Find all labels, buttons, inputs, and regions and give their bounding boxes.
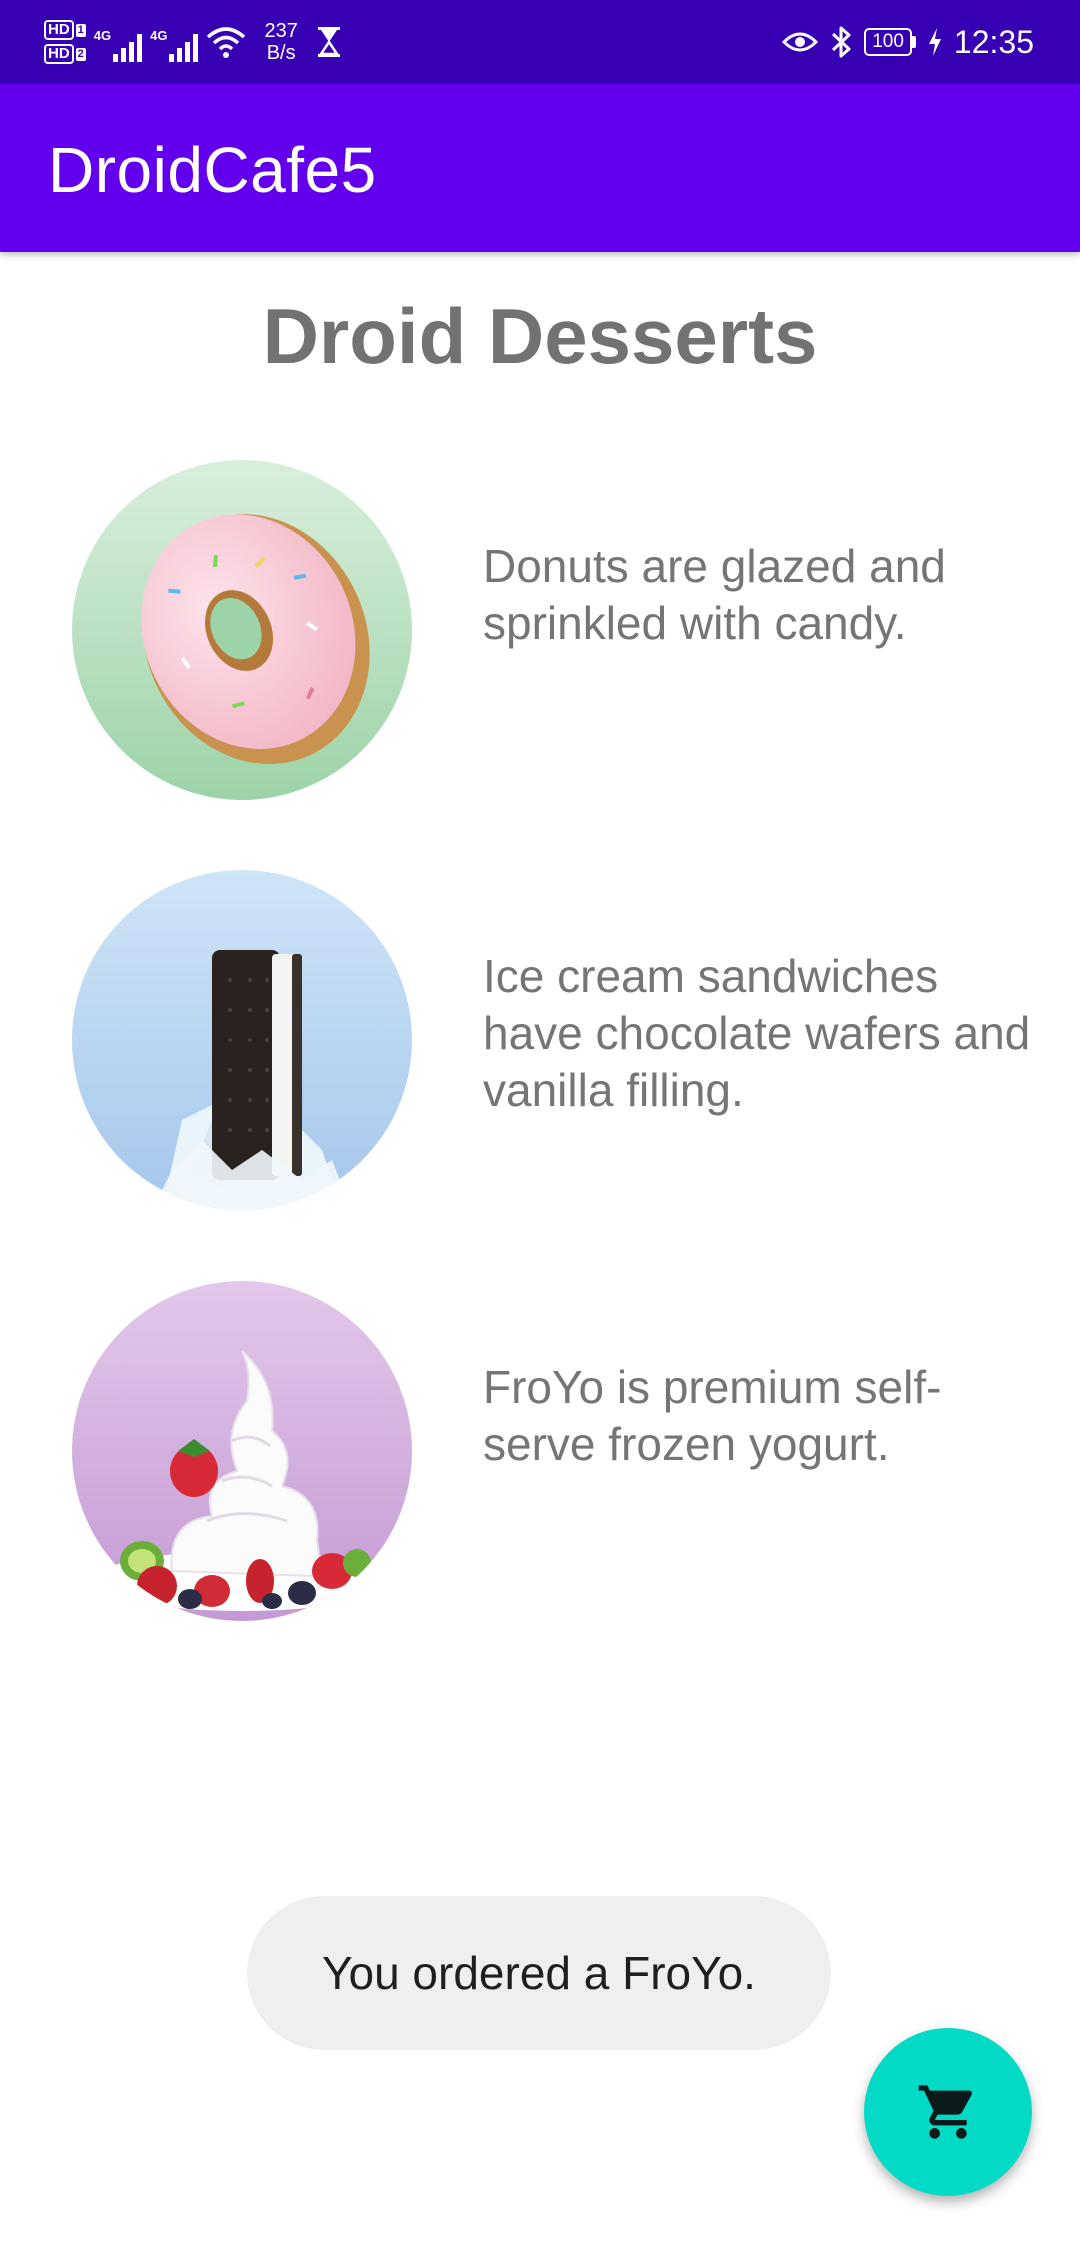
- hourglass-icon: [317, 27, 340, 57]
- shopping-cart-icon: [918, 2085, 973, 2139]
- dessert-description: FroYo is premium self-serve frozen yogur…: [483, 1361, 942, 1470]
- status-right-indicators: 100 12:35: [782, 12, 1034, 72]
- wifi-icon: [207, 27, 246, 58]
- toast-message: You ordered a FroYo.: [247, 1896, 831, 2050]
- status-bar: HD 1 HD 2 4G 4G 237 B/s 100 12:35: [0, 0, 1080, 84]
- signal-bars-icon: [113, 32, 143, 62]
- clock: 12:35: [953, 23, 1034, 60]
- hd-indicator-2: HD 2: [44, 44, 86, 64]
- speed-value: 237: [264, 20, 298, 42]
- battery-level: 100: [864, 28, 912, 56]
- toast-text: You ordered a FroYo.: [322, 1947, 756, 1999]
- dessert-row-froyo: FroYo is premium self-serve frozen yogur…: [0, 1281, 1080, 1621]
- app-title: DroidCafe5: [48, 134, 377, 206]
- bluetooth-icon: [832, 26, 851, 58]
- dessert-description: Ice cream sandwiches have chocolate wafe…: [483, 950, 1031, 1116]
- hd-indicator-1: HD 1: [44, 20, 86, 40]
- page-title: Droid Desserts: [262, 292, 818, 380]
- hd-indicators: HD 1 HD 2: [44, 20, 86, 64]
- signal-bars-icon: [169, 32, 199, 62]
- network-speed: 237 B/s: [264, 20, 297, 64]
- eye-comfort-icon: [782, 32, 819, 52]
- ice-cream-sandwich-image[interactable]: [72, 870, 412, 1210]
- network-type: 4G: [93, 28, 112, 43]
- status-left-indicators: HD 1 HD 2 4G 4G 237 B/s: [44, 12, 342, 72]
- shopping-cart-button[interactable]: [864, 2028, 1032, 2196]
- sim-number: 2: [75, 47, 86, 61]
- signal-sim2: 4G: [150, 22, 199, 62]
- dessert-row-ice-cream-sandwich: Ice cream sandwiches have chocolate wafe…: [0, 870, 1080, 1210]
- charging-icon: [928, 28, 941, 56]
- dessert-row-donut: Donuts are glazed and sprinkled with can…: [0, 460, 1080, 800]
- froyo-image[interactable]: [72, 1281, 412, 1621]
- network-type: 4G: [150, 28, 168, 43]
- donut-image[interactable]: [72, 460, 412, 800]
- hd-label: HD: [44, 44, 74, 64]
- hd-label: HD: [44, 20, 74, 40]
- signal-sim1: 4G: [93, 22, 143, 62]
- battery-icon: 100: [864, 28, 916, 56]
- speed-unit: B/s: [266, 42, 296, 64]
- app-bar: DroidCafe5: [0, 84, 1080, 252]
- dessert-description: Donuts are glazed and sprinkled with can…: [483, 540, 946, 649]
- sim-number: 1: [75, 23, 86, 37]
